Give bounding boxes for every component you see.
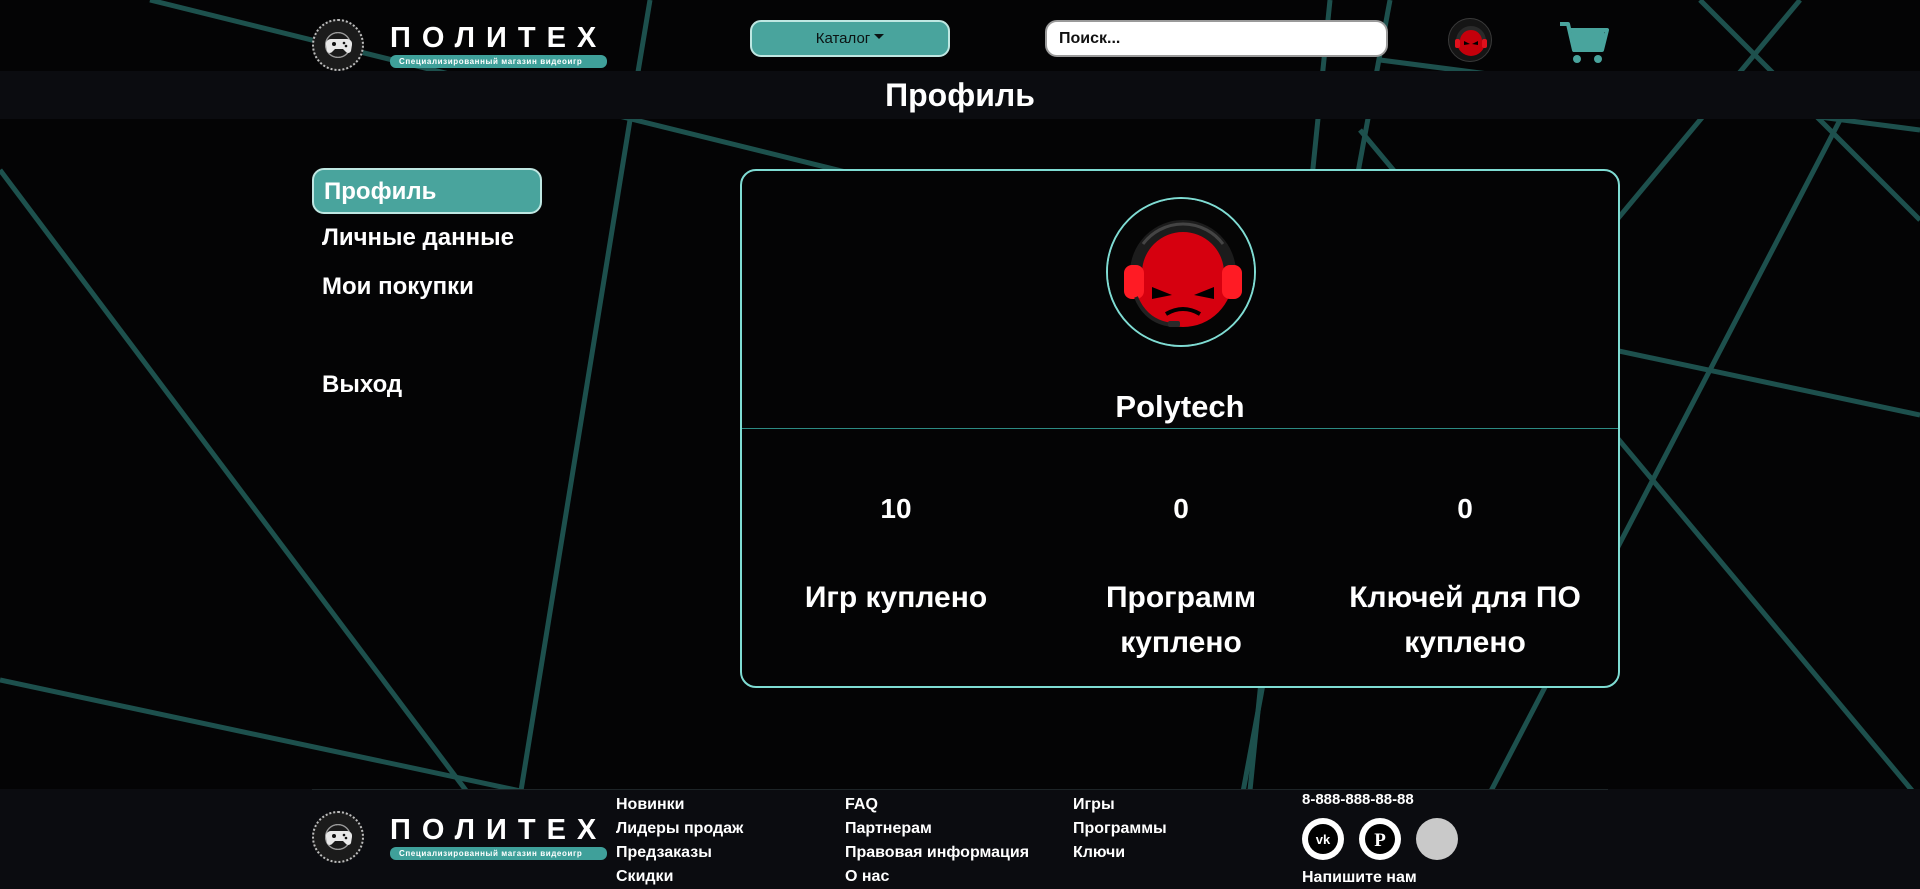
footer-link-new[interactable]: Новинки	[616, 793, 743, 817]
page-title: Профиль	[885, 76, 1035, 113]
footer-column-shop: Новинки Лидеры продаж Предзаказы Скидки	[616, 793, 743, 889]
footer-column-info: FAQ Партнерам Правовая информация О нас	[845, 793, 1029, 889]
gamepad-icon	[312, 811, 364, 863]
footer-link-legal[interactable]: Правовая информация	[845, 841, 1029, 865]
page-title-bar: Профиль	[0, 71, 1920, 119]
search-input[interactable]	[1045, 20, 1388, 57]
gamepad-icon	[312, 19, 364, 71]
stat-label: Игр куплено	[804, 581, 988, 614]
social-links: vk P	[1302, 818, 1458, 860]
catalog-label: Каталог	[815, 30, 871, 47]
profile-avatar	[1106, 197, 1256, 347]
menu-item-profile[interactable]: Профиль	[312, 168, 542, 214]
stat-label: Программ куплено	[1105, 581, 1257, 659]
stat-keys: 0 Ключей для ПО куплено	[1325, 493, 1605, 665]
stat-value: 0	[1457, 493, 1473, 524]
chevron-down-icon	[874, 34, 885, 39]
footer-contacts: 8-888-888-88-88 vk P Напишите нам	[1302, 789, 1458, 888]
logo-tagline: Специализированный магазин видеоигр	[390, 846, 608, 860]
menu-item-personal-data[interactable]: Личные данные	[312, 216, 542, 261]
stat-value: 10	[880, 493, 912, 524]
pinterest-icon[interactable]: P	[1359, 818, 1401, 860]
vk-icon[interactable]: vk	[1302, 818, 1344, 860]
footer-link-programs[interactable]: Программы	[1073, 817, 1167, 841]
site-footer: ПОЛИТЕХ Специализированный магазин видео…	[0, 789, 1920, 889]
svg-text:vk: vk	[1316, 832, 1331, 847]
gamer-avatar-icon	[1455, 26, 1487, 56]
blank-icon[interactable]	[1416, 818, 1458, 860]
menu-spacer	[312, 310, 542, 362]
card-divider	[742, 428, 1618, 429]
footer-link-games[interactable]: Игры	[1073, 793, 1167, 817]
stat-value: 0	[1173, 493, 1189, 524]
footer-link-preorders[interactable]: Предзаказы	[616, 841, 743, 865]
footer-link-partners[interactable]: Партнерам	[845, 817, 1029, 841]
write-us-link[interactable]: Напишите нам	[1302, 868, 1458, 888]
cart-icon[interactable]	[1558, 20, 1610, 66]
stat-games: 10 Игр куплено	[756, 493, 1036, 620]
footer-column-categories: Игры Программы Ключи	[1073, 793, 1167, 865]
menu-item-logout[interactable]: Выход	[312, 363, 542, 408]
svg-text:P: P	[1374, 830, 1386, 851]
stat-programs: 0 Программ куплено	[1041, 493, 1321, 665]
contact-phone: 8-888-888-88-88	[1302, 791, 1414, 808]
gamer-avatar-icon	[1108, 199, 1254, 345]
site-header: ПОЛИТЕХ Специализированный магазин видео…	[0, 0, 1920, 71]
footer-logo[interactable]: ПОЛИТЕХ Специализированный магазин видео…	[312, 811, 608, 863]
footer-link-discounts[interactable]: Скидки	[616, 865, 743, 889]
footer-link-keys[interactable]: Ключи	[1073, 841, 1167, 865]
logo-tagline: Специализированный магазин видеоигр	[390, 54, 608, 68]
profile-card: Polytech 10 Игр куплено 0 Программ купле…	[740, 169, 1620, 688]
footer-link-faq[interactable]: FAQ	[845, 793, 1029, 817]
logo-name: ПОЛИТЕХ	[390, 813, 608, 846]
user-avatar[interactable]	[1448, 18, 1492, 62]
footer-link-bestsellers[interactable]: Лидеры продаж	[616, 817, 743, 841]
site-logo[interactable]: ПОЛИТЕХ Специализированный магазин видео…	[312, 19, 608, 71]
profile-username: Polytech	[1115, 389, 1245, 424]
stat-label: Ключей для ПО куплено	[1349, 581, 1581, 659]
menu-item-my-purchases[interactable]: Мои покупки	[312, 265, 542, 310]
logo-name: ПОЛИТЕХ	[390, 21, 608, 54]
catalog-button[interactable]: Каталог	[750, 20, 950, 57]
profile-side-menu: Профиль Личные данные Мои покупки Выход	[312, 168, 542, 408]
footer-link-about[interactable]: О нас	[845, 865, 1029, 889]
